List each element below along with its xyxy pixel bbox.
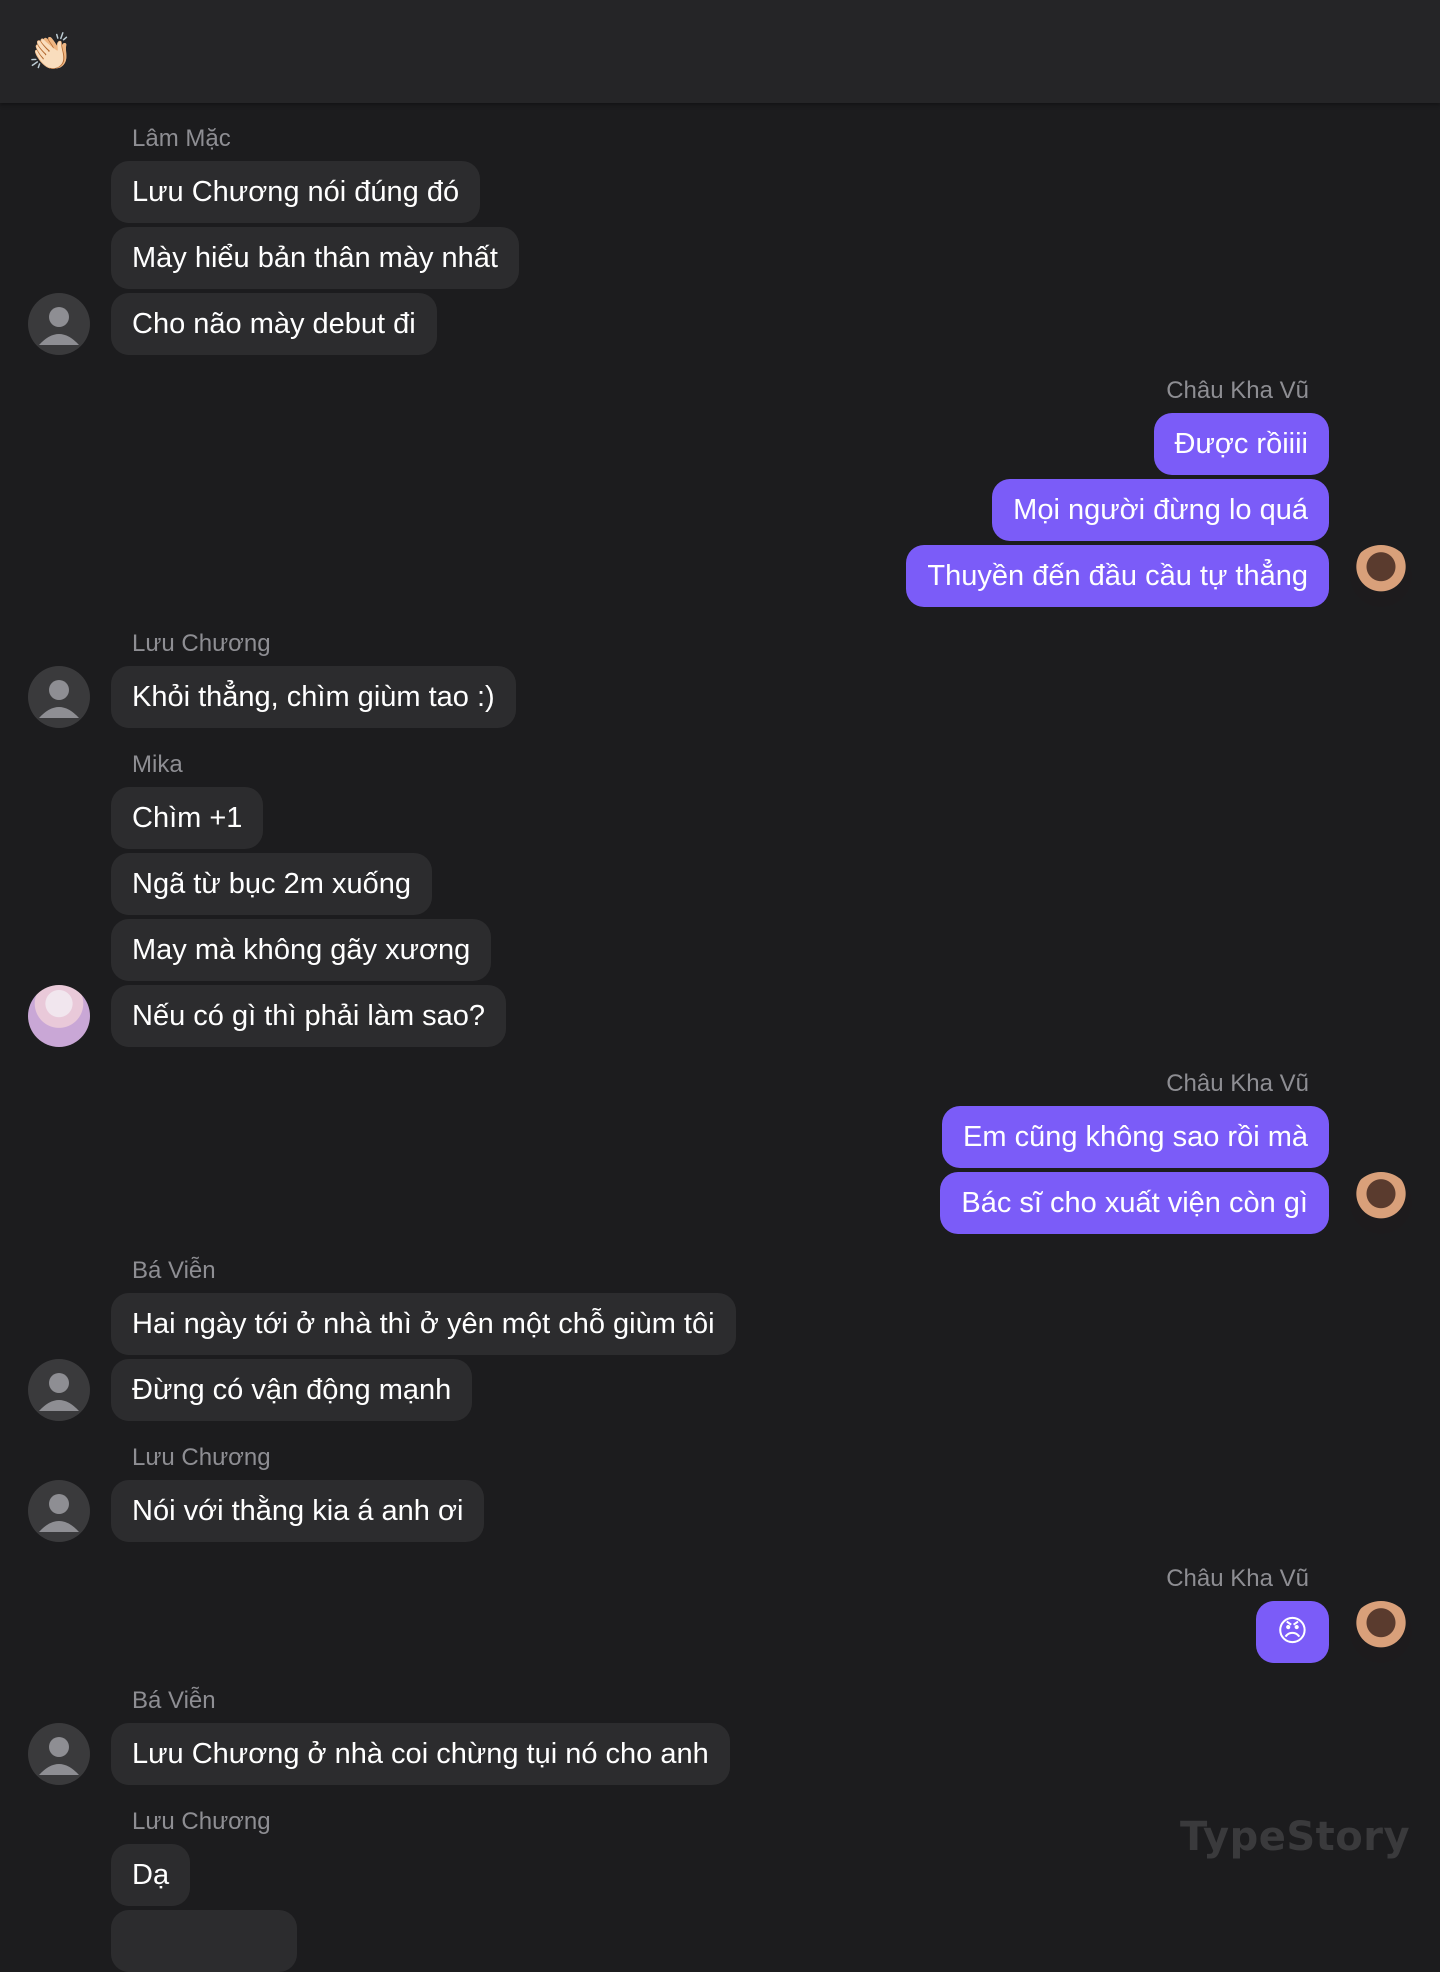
- user-avatar[interactable]: [28, 985, 90, 1047]
- sender-name: Châu Kha Vũ: [1166, 377, 1309, 404]
- sender-name: Lâm Mặc: [132, 125, 231, 152]
- message-bubble[interactable]: Mày hiểu bản thân mày nhất: [111, 227, 519, 289]
- message-bubble[interactable]: Đừng có vận động mạnh: [111, 1359, 473, 1421]
- message-bubble[interactable]: May mà không gãy xương: [111, 919, 492, 981]
- message-bubble[interactable]: Cho não mày debut đi: [111, 293, 437, 355]
- user-avatar[interactable]: [1350, 1172, 1412, 1234]
- message-bubble[interactable]: Lưu Chương nói đúng đó: [111, 161, 481, 223]
- user-avatar[interactable]: [1350, 545, 1412, 607]
- sender-name: Lưu Chương: [132, 1808, 271, 1835]
- message-bubble[interactable]: Khỏi thẳng, chìm giùm tao :): [111, 666, 516, 728]
- message-bubble[interactable]: Nếu có gì thì phải làm sao?: [111, 985, 507, 1047]
- default-avatar-icon[interactable]: [28, 666, 90, 728]
- message-bubble[interactable]: Em cũng không sao rồi mà: [942, 1106, 1329, 1168]
- default-avatar-icon[interactable]: [28, 1480, 90, 1542]
- top-bar: 👏🏻: [0, 0, 1440, 103]
- sender-name: Bá Viễn: [132, 1257, 216, 1284]
- clapping-hands-emoji: 👏🏻: [28, 31, 73, 72]
- message-bubble[interactable]: Bác sĩ cho xuất viện còn gì: [940, 1172, 1329, 1234]
- message-bubble[interactable]: Chìm +1: [111, 787, 264, 849]
- message-bubble[interactable]: Ngã từ bục 2m xuống: [111, 853, 432, 915]
- sender-name: Mika: [132, 751, 183, 778]
- sender-name: Lưu Chương: [132, 630, 271, 657]
- message-bubble[interactable]: Lưu Chương ở nhà coi chừng tụi nó cho an…: [111, 1723, 730, 1785]
- default-avatar-icon[interactable]: [28, 1359, 90, 1421]
- sender-name: Lưu Chương: [132, 1444, 271, 1471]
- user-avatar[interactable]: [1350, 1601, 1412, 1663]
- default-avatar-icon[interactable]: [28, 293, 90, 355]
- message-bubble[interactable]: Được rồiiii: [1153, 413, 1329, 475]
- message-bubble[interactable]: Hai ngày tới ở nhà thì ở yên một chỗ giù…: [111, 1293, 736, 1355]
- sender-name: Châu Kha Vũ: [1166, 1565, 1309, 1592]
- message-bubble[interactable]: Mọi người đừng lo quá: [992, 479, 1329, 541]
- watermark: TypeStory: [1180, 1814, 1411, 1860]
- message-bubble[interactable]: Dạ: [111, 1844, 191, 1906]
- angry-face-emoji: 😠: [1276, 1615, 1308, 1648]
- message-bubble[interactable]: Nói với thằng kia á anh ơi: [111, 1480, 485, 1542]
- message-bubble-partial[interactable]: [111, 1910, 297, 1972]
- message-bubble[interactable]: Thuyền đến đầu cầu tự thẳng: [906, 545, 1329, 607]
- message-bubble[interactable]: 😠: [1255, 1601, 1329, 1663]
- sender-name: Châu Kha Vũ: [1166, 1070, 1309, 1097]
- default-avatar-icon[interactable]: [28, 1723, 90, 1785]
- sender-name: Bá Viễn: [132, 1687, 216, 1714]
